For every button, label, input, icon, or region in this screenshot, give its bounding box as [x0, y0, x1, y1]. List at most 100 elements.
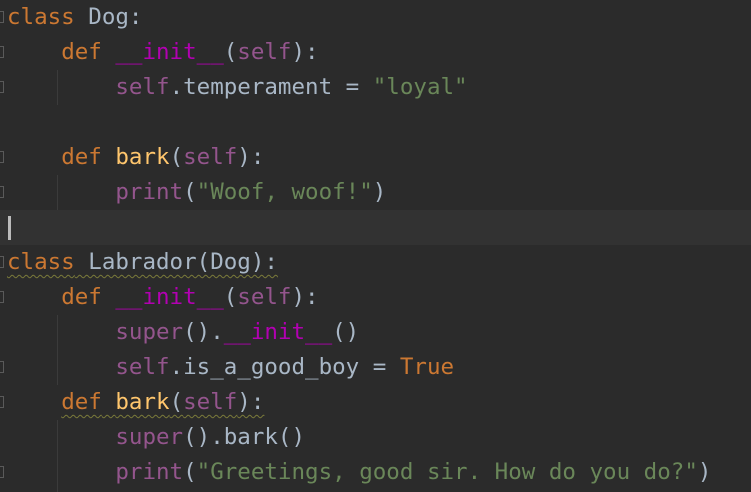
indent-guide: [57, 315, 58, 385]
indent-guide: [57, 420, 58, 492]
code-text: print("Greetings, good sir. How do you d…: [7, 455, 711, 490]
code-token: ):: [291, 284, 319, 310]
code-token: class: [7, 249, 75, 275]
code-text: def bark(self):: [7, 385, 264, 420]
code-token: (): [332, 319, 360, 345]
code-token: class: [7, 4, 75, 30]
code-line[interactable]: class Labrador(Dog):: [0, 245, 751, 280]
code-line[interactable]: super().__init__(): [0, 315, 751, 350]
code-line[interactable]: class Dog:: [0, 0, 751, 35]
code-text: def bark(self):: [7, 140, 264, 175]
code-line[interactable]: self.is_a_good_boy = True: [0, 350, 751, 385]
code-text: self.temperament = "loyal": [7, 70, 468, 105]
fold-marker-icon[interactable]: [0, 151, 4, 163]
fold-marker-icon[interactable]: [0, 256, 4, 268]
code-token: bark: [115, 389, 170, 415]
code-line[interactable]: def __init__(self):: [0, 35, 751, 70]
code-line[interactable]: print("Woof, woof!"): [0, 175, 751, 210]
code-token: __init__: [115, 39, 224, 65]
code-text: def __init__(self):: [7, 35, 319, 70]
code-line[interactable]: super().bark(): [0, 420, 751, 455]
code-token: "Woof, woof!": [196, 179, 373, 205]
code-token: (: [223, 39, 238, 65]
code-line[interactable]: def __init__(self):: [0, 280, 751, 315]
code-line[interactable]: [0, 105, 751, 140]
indent-guide: [57, 70, 58, 105]
code-token: ):: [237, 144, 265, 170]
code-token: print: [115, 179, 184, 205]
code-token: super: [115, 319, 184, 345]
code-token: Dog:: [74, 4, 143, 30]
code-token: ().: [183, 319, 224, 345]
code-token: print: [115, 459, 184, 485]
code-line[interactable]: def bark(self):: [0, 385, 751, 420]
code-text: super().__init__(): [7, 315, 359, 350]
code-token: .temperament =: [169, 74, 373, 100]
code-text: def __init__(self):: [7, 280, 319, 315]
code-token: (: [169, 144, 184, 170]
code-token: ):: [237, 389, 265, 415]
fold-marker-icon[interactable]: [0, 396, 4, 408]
code-token: def: [61, 389, 102, 415]
indent-guide: [57, 175, 58, 210]
code-line[interactable]: def bark(self):: [0, 140, 751, 175]
code-text: print("Woof, woof!"): [7, 175, 386, 210]
code-token: super: [115, 424, 184, 450]
code-token: (: [183, 179, 197, 205]
code-text: self.is_a_good_boy = True: [7, 350, 454, 385]
code-token: self: [115, 354, 170, 380]
fold-marker-icon[interactable]: [0, 81, 4, 93]
code-token: Labrador(Dog):: [74, 249, 278, 275]
code-line[interactable]: [0, 210, 751, 245]
code-token: .is_a_good_boy =: [169, 354, 400, 380]
code-token: "Greetings, good sir. How do you do?": [196, 459, 698, 485]
code-token: ):: [291, 39, 319, 65]
fold-marker-icon[interactable]: [0, 291, 4, 303]
code-line[interactable]: print("Greetings, good sir. How do you d…: [0, 455, 751, 490]
code-token: self: [237, 39, 292, 65]
code-token: def: [61, 144, 102, 170]
code-token: bark: [115, 144, 170, 170]
text-caret: [8, 216, 11, 240]
code-token: self: [183, 389, 238, 415]
code-token: "loyal": [372, 74, 468, 100]
code-text: class Dog:: [7, 0, 142, 35]
code-token: __init__: [115, 284, 224, 310]
fold-marker-icon[interactable]: [0, 466, 4, 478]
code-text: super().bark(): [7, 420, 305, 455]
fold-marker-icon[interactable]: [0, 186, 4, 198]
code-token: (: [223, 284, 238, 310]
code-editor[interactable]: print("Greetings, good sir. How do you d…: [0, 0, 751, 492]
code-token: __init__: [223, 319, 333, 345]
code-line[interactable]: self.temperament = "loyal": [0, 70, 751, 105]
code-text: class Labrador(Dog):: [7, 245, 278, 280]
fold-marker-icon[interactable]: [0, 11, 4, 23]
code-token: self: [183, 144, 238, 170]
code-token: True: [399, 354, 455, 380]
code-token: ): [697, 459, 712, 485]
fold-marker-icon[interactable]: [0, 361, 4, 373]
fold-marker-icon[interactable]: [0, 46, 4, 58]
code-token: ): [372, 179, 387, 205]
code-token: (: [169, 389, 184, 415]
code-token: self: [115, 74, 170, 100]
code-token: (: [183, 459, 197, 485]
code-token: ().bark(): [183, 424, 306, 450]
code-token: self: [237, 284, 292, 310]
code-token: def: [61, 284, 102, 310]
code-token: def: [61, 39, 102, 65]
